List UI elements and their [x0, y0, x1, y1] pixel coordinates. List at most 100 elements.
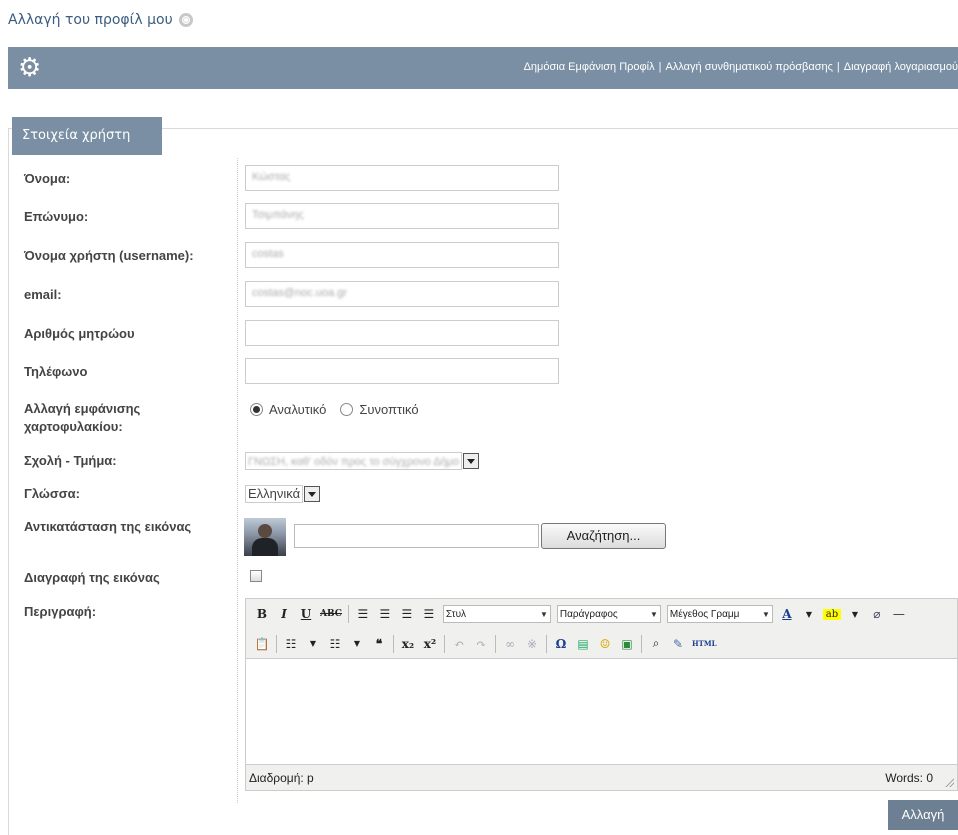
media-icon[interactable]: ▤ — [575, 637, 591, 651]
first-name-input[interactable]: Κώστας — [245, 165, 559, 191]
registry-number-input[interactable] — [245, 320, 559, 346]
format-select[interactable]: Παράγραφος ▼ — [556, 605, 661, 623]
chevron-down-icon[interactable] — [304, 486, 321, 502]
font-size-select-value: Μέγεθος Γραμμ — [669, 608, 740, 620]
chevron-down-icon[interactable]: ▼ — [847, 610, 863, 619]
bullet-list-icon[interactable]: ☷ — [283, 637, 299, 651]
toolbar-separator — [393, 634, 394, 653]
preview-icon[interactable]: ⌕ — [648, 636, 664, 651]
public-profile-link[interactable]: Δημόσια Εμφάνιση Προφίλ — [524, 61, 655, 73]
action-bar: ⚙ Δημόσια Εμφάνιση Προφίλ | Αλλαγή συνθημα… — [8, 47, 958, 89]
link-separator: | — [836, 61, 840, 73]
action-links: Δημόσια Εμφάνιση Προφίλ | Αλλαγή συνθηματι… — [524, 61, 958, 73]
numbered-list-icon[interactable]: ☷ — [327, 637, 343, 651]
chevron-down-icon: ▼ — [540, 609, 548, 619]
resize-handle-icon[interactable] — [944, 777, 954, 787]
toolbar-separator — [495, 634, 496, 653]
cleanup-icon[interactable]: ✎ — [670, 637, 686, 651]
text-color-icon[interactable]: A — [779, 607, 795, 621]
chevron-down-icon[interactable] — [463, 453, 480, 469]
subscript-icon[interactable]: x₂ — [400, 637, 416, 651]
chevron-down-icon[interactable]: ▼ — [801, 610, 817, 619]
link-separator: | — [658, 61, 662, 73]
first-name-value: Κώστας — [252, 171, 291, 183]
section-legend: Στοιχεία χρήστη — [12, 117, 162, 155]
help-icon[interactable] — [178, 13, 193, 27]
paste-word-icon[interactable]: 📋 — [254, 637, 270, 651]
style-select-value: Στυλ — [445, 608, 467, 620]
gear-icon: ⚙ — [18, 53, 42, 83]
bold-icon[interactable]: B — [254, 607, 270, 621]
portfolio-view-options: Αναλυτικό Συνοπτικό — [250, 402, 419, 417]
radio-compact[interactable] — [340, 403, 354, 416]
delete-account-link[interactable]: Διαγραφή λογαριασμού — [844, 61, 958, 73]
submit-button[interactable]: Αλλαγή — [888, 800, 958, 830]
font-size-select[interactable]: Μέγεθος Γραμμ ▼ — [666, 605, 773, 623]
toolbar-separator — [444, 634, 445, 653]
username-input[interactable]: costas — [245, 242, 559, 268]
chevron-down-icon[interactable]: ▼ — [349, 639, 365, 648]
last-name-input[interactable]: Τσιμπάνης — [245, 203, 559, 229]
replace-image-label: Αντικατάσταση της εικόνας — [24, 519, 192, 534]
image-icon[interactable]: ▣ — [619, 637, 635, 651]
superscript-icon[interactable]: x² — [422, 637, 438, 651]
horizontal-rule-icon[interactable]: — — [891, 607, 907, 621]
align-left-icon[interactable]: ☰ — [355, 607, 371, 621]
language-label: Γλώσσα: — [24, 486, 80, 501]
portfolio-view-label-line2: χαρτοφυλακίου: — [24, 419, 123, 434]
radio-detailed-label: Αναλυτικό — [269, 402, 327, 417]
editor-content-area[interactable] — [246, 660, 957, 764]
eraser-icon[interactable]: ⌀ — [869, 607, 885, 621]
editor-status-bar: Διαδρομή: p Words: 0 — [246, 764, 957, 790]
page-title-text: Αλλαγή του προφίλ μου — [8, 12, 173, 28]
phone-label: Τηλέφωνο — [24, 364, 88, 379]
delete-image-checkbox[interactable] — [250, 570, 262, 582]
email-label: email: — [24, 287, 62, 302]
align-center-icon[interactable]: ☰ — [377, 607, 393, 621]
language-select[interactable]: Ελληνικά — [245, 485, 321, 503]
department-select[interactable]: ΓΝΩΣΗ, καθ' οδόν προς το σύγχρονο Δήμο — [245, 452, 480, 470]
phone-input[interactable] — [245, 358, 559, 384]
strikethrough-icon[interactable]: ABC — [320, 609, 342, 619]
highlight-color-icon[interactable]: ab — [822, 608, 841, 620]
emoticon-icon[interactable]: ☺ — [597, 637, 613, 651]
rich-text-editor: B I U ABC ☰ ☰ ☰ ☰ Στυλ ▼ Παράγραφος ▼ Μέγε… — [245, 598, 958, 791]
email-input[interactable]: costas@noc.uoa.gr — [245, 281, 559, 307]
align-right-icon[interactable]: ☰ — [399, 607, 415, 621]
redo-icon[interactable]: ↷ — [473, 637, 489, 651]
first-name-label: Όνομα: — [24, 171, 71, 186]
chevron-down-icon: ▼ — [650, 609, 658, 619]
word-count: Words: 0 — [885, 770, 933, 785]
browse-button[interactable]: Αναζήτηση... — [541, 523, 666, 549]
last-name-label: Επώνυμο: — [24, 209, 89, 224]
link-icon[interactable]: ∞ — [502, 637, 518, 651]
delete-image-label: Διαγραφή της εικόνας — [24, 570, 160, 585]
format-select-value: Παράγραφος — [559, 608, 618, 620]
unlink-icon[interactable]: ※ — [524, 637, 540, 651]
undo-icon[interactable]: ↶ — [451, 637, 467, 651]
chevron-down-icon: ▼ — [762, 609, 770, 619]
italic-icon[interactable]: I — [276, 607, 292, 621]
align-justify-icon[interactable]: ☰ — [421, 607, 437, 621]
change-password-link[interactable]: Αλλαγή συνθηματικού πρόσβασης — [665, 61, 832, 73]
username-label: Όνομα χρήστη (username): — [24, 248, 194, 263]
style-select[interactable]: Στυλ ▼ — [442, 605, 551, 623]
chevron-down-icon[interactable]: ▼ — [305, 639, 321, 648]
toolbar-separator — [276, 634, 277, 653]
editor-toolbar-row1: B I U ABC ☰ ☰ ☰ ☰ Στυλ ▼ Παράγραφος ▼ Μέγε… — [246, 599, 957, 629]
username-value: costas — [252, 248, 284, 260]
radio-detailed[interactable] — [250, 403, 263, 416]
html-source-icon[interactable]: HTML — [692, 639, 717, 648]
portfolio-view-label-line1: Αλλαγή εμφάνισης — [24, 401, 141, 416]
label-divider — [237, 158, 238, 803]
toolbar-separator — [347, 605, 349, 623]
last-name-value: Τσιμπάνης — [252, 209, 304, 221]
language-value: Ελληνικά — [245, 485, 304, 503]
underline-icon[interactable]: U — [298, 607, 314, 621]
department-value-text: ΓΝΩΣΗ, καθ' οδόν προς το σύγχρονο Δήμο — [248, 456, 460, 468]
special-char-icon[interactable]: Ω — [553, 637, 569, 651]
radio-compact-label: Συνοπτικό — [359, 402, 419, 417]
blockquote-icon[interactable]: ❝ — [371, 637, 387, 651]
image-file-input[interactable] — [294, 524, 539, 548]
editor-path: Διαδρομή: p — [249, 770, 314, 785]
